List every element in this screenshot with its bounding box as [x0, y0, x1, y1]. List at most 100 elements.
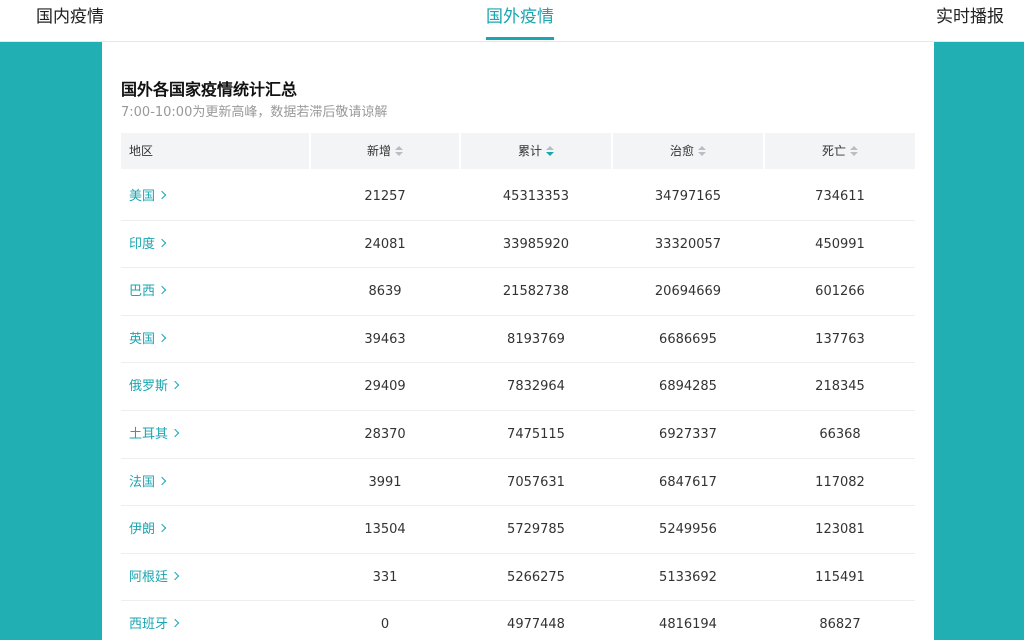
cell-deaths: 601266 — [815, 284, 865, 300]
table-row: 西班牙 0 4977448 4816194 86827 — [121, 601, 915, 640]
cell-total: 7832964 — [507, 379, 565, 395]
cell-recovered: 4816194 — [659, 617, 717, 633]
region-link[interactable]: 巴西 — [129, 268, 167, 315]
region-link[interactable]: 阿根廷 — [129, 554, 180, 601]
region-name: 法国 — [129, 474, 156, 490]
header-deaths[interactable]: 死亡 — [765, 133, 915, 169]
statistics-panel: 国外各国家疫情统计汇总 7:00-10:00为更新高峰，数据若滞后敬请谅解 地区… — [102, 42, 934, 640]
cell-total: 5729785 — [507, 522, 565, 538]
chevron-right-icon — [157, 476, 167, 485]
table-row: 印度 24081 33985920 33320057 450991 — [121, 221, 915, 269]
cell-new: 0 — [380, 617, 390, 633]
table-row: 伊朗 13504 5729785 5249956 123081 — [121, 506, 915, 554]
region-name: 巴西 — [129, 284, 156, 300]
table-row: 美国 21257 45313353 34797165 734611 — [121, 173, 915, 221]
header-total-label: 累计 — [517, 144, 542, 158]
cell-new: 29409 — [364, 379, 406, 395]
region-link[interactable]: 伊朗 — [129, 506, 167, 553]
active-tab-indicator — [486, 37, 554, 40]
chevron-right-icon — [157, 238, 167, 247]
table-row: 巴西 8639 21582738 20694669 601266 — [121, 268, 915, 316]
region-link[interactable]: 英国 — [129, 316, 167, 363]
chevron-right-icon — [170, 428, 180, 438]
region-name: 印度 — [129, 236, 156, 252]
cell-total: 21582738 — [502, 284, 570, 300]
header-deaths-label: 死亡 — [821, 144, 846, 158]
tab-domestic[interactable]: 国内疫情 — [36, 0, 104, 42]
chevron-right-icon — [170, 571, 180, 580]
top-navigation: 国内疫情 国外疫情 实时播报 — [0, 0, 1024, 42]
tab-international[interactable]: 国外疫情 — [486, 0, 554, 42]
cell-recovered: 6927337 — [659, 426, 717, 442]
region-name: 西班牙 — [129, 617, 169, 633]
region-name: 英国 — [129, 331, 156, 347]
cell-deaths: 450991 — [815, 236, 865, 252]
cell-new: 28370 — [364, 426, 406, 442]
cell-new: 3991 — [368, 474, 402, 490]
region-link[interactable]: 俄罗斯 — [129, 363, 180, 410]
cell-total: 8193769 — [507, 331, 565, 347]
cell-recovered: 34797165 — [654, 189, 722, 204]
cell-recovered: 5249956 — [659, 522, 717, 538]
cell-new: 13504 — [364, 522, 406, 538]
cell-recovered: 6894285 — [659, 379, 717, 395]
sort-icon[interactable] — [698, 146, 706, 156]
table-row: 阿根廷 331 5266275 5133692 115491 — [121, 554, 915, 602]
sort-icon[interactable] — [395, 146, 403, 156]
region-name: 美国 — [129, 189, 156, 204]
region-name: 土耳其 — [129, 426, 169, 442]
cell-deaths: 218345 — [815, 379, 865, 395]
sort-icon[interactable] — [850, 146, 858, 156]
cell-deaths: 115491 — [815, 569, 865, 585]
cell-total: 7057631 — [507, 474, 565, 490]
panel-subtitle: 7:00-10:00为更新高峰，数据若滞后敬请谅解 — [121, 105, 388, 120]
region-link[interactable]: 法国 — [129, 459, 167, 506]
sort-icon[interactable] — [546, 146, 554, 156]
header-new[interactable]: 新增 — [311, 133, 459, 169]
header-region: 地区 — [129, 144, 154, 158]
region-name: 伊朗 — [129, 522, 156, 538]
region-link[interactable]: 土耳其 — [129, 411, 180, 458]
cell-recovered: 5133692 — [659, 569, 717, 585]
chevron-right-icon — [170, 381, 180, 390]
cell-recovered: 6847617 — [659, 474, 717, 490]
table-row: 英国 39463 8193769 6686695 137763 — [121, 316, 915, 364]
table-row: 法国 3991 7057631 6847617 117082 — [121, 459, 915, 507]
cell-total: 45313353 — [502, 189, 570, 204]
chevron-right-icon — [157, 190, 167, 200]
header-recovered[interactable]: 治愈 — [613, 133, 763, 169]
header-recovered-label: 治愈 — [669, 144, 694, 158]
cell-deaths: 734611 — [815, 189, 865, 204]
cell-recovered: 6686695 — [659, 331, 717, 347]
chevron-right-icon — [157, 285, 167, 295]
cell-new: 8639 — [368, 284, 402, 300]
cell-total: 33985920 — [502, 236, 570, 252]
region-link[interactable]: 西班牙 — [129, 601, 180, 640]
table-header: 地区 新增 累计 治愈 死亡 — [121, 133, 915, 169]
chevron-right-icon — [157, 333, 167, 343]
region-name: 俄罗斯 — [129, 379, 169, 395]
region-name: 阿根廷 — [129, 569, 169, 585]
cell-new: 24081 — [364, 236, 406, 252]
cell-total: 5266275 — [507, 569, 565, 585]
cell-deaths: 86827 — [819, 617, 861, 633]
cell-deaths: 66368 — [819, 426, 861, 442]
header-total[interactable]: 累计 — [461, 133, 611, 169]
cell-new: 21257 — [364, 189, 406, 204]
chevron-right-icon — [157, 523, 167, 533]
cell-new: 331 — [372, 569, 398, 585]
cell-deaths: 137763 — [815, 331, 865, 347]
region-link[interactable]: 印度 — [129, 221, 167, 268]
panel-title: 国外各国家疫情统计汇总 — [121, 80, 298, 99]
cell-deaths: 123081 — [815, 522, 865, 538]
cell-new: 39463 — [364, 331, 406, 347]
cell-total: 4977448 — [507, 617, 565, 633]
table-body: 美国 21257 45313353 34797165 734611 印度 240… — [121, 173, 915, 640]
header-new-label: 新增 — [366, 144, 391, 158]
cell-deaths: 117082 — [815, 474, 865, 490]
table-row: 俄罗斯 29409 7832964 6894285 218345 — [121, 363, 915, 411]
tab-live-broadcast[interactable]: 实时播报 — [936, 0, 1004, 42]
chevron-right-icon — [170, 619, 180, 628]
region-link[interactable]: 美国 — [129, 173, 167, 220]
table-row: 土耳其 28370 7475115 6927337 66368 — [121, 411, 915, 459]
